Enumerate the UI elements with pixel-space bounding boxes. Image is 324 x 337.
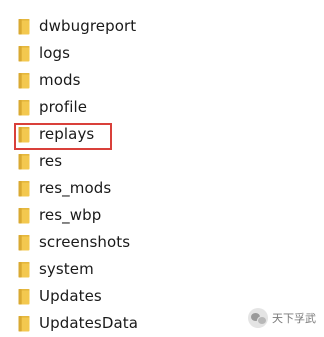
folder-icon <box>18 288 30 305</box>
folder-icon <box>18 207 30 224</box>
folder-label: res_mods <box>39 179 112 197</box>
folder-label: replays <box>39 125 95 143</box>
folder-item-res[interactable]: res <box>18 148 318 175</box>
folder-item-res-wbp[interactable]: res_wbp <box>18 202 318 229</box>
folder-icon <box>18 45 30 62</box>
folder-label: res <box>39 152 63 170</box>
folder-label: res_wbp <box>39 206 102 224</box>
folder-icon <box>18 126 30 143</box>
folder-label: logs <box>39 44 71 62</box>
folder-item-dwbugreport[interactable]: dwbugreport <box>18 13 318 40</box>
folder-label: UpdatesData <box>39 314 139 332</box>
folder-icon <box>18 72 30 89</box>
folder-label: Updates <box>39 287 102 305</box>
folder-icon <box>18 315 30 332</box>
file-list: dwbugreport logs mods profile replays res res_… <box>14 13 318 337</box>
folder-label: screenshots <box>39 233 131 251</box>
folder-icon <box>18 18 30 35</box>
folder-icon <box>18 180 30 197</box>
folder-item-mods[interactable]: mods <box>18 67 318 94</box>
folder-icon <box>18 153 30 170</box>
folder-label: profile <box>39 98 88 116</box>
folder-item-logs[interactable]: logs <box>18 40 318 67</box>
folder-item-updates[interactable]: Updates <box>18 283 318 310</box>
folder-icon <box>18 261 30 278</box>
folder-item-profile[interactable]: profile <box>18 94 318 121</box>
folder-icon <box>18 234 30 251</box>
folder-label: mods <box>39 71 81 89</box>
folder-icon <box>18 99 30 116</box>
folder-label: dwbugreport <box>39 17 137 35</box>
watermark: 天下孚武 <box>248 308 316 328</box>
folder-label: system <box>39 260 94 278</box>
watermark-text: 天下孚武 <box>272 312 316 325</box>
folder-item-screenshots[interactable]: screenshots <box>18 229 318 256</box>
folder-item-replays[interactable]: replays <box>14 121 318 150</box>
wechat-icon <box>248 308 268 328</box>
folder-item-system[interactable]: system <box>18 256 318 283</box>
folder-item-res-mods[interactable]: res_mods <box>18 175 318 202</box>
